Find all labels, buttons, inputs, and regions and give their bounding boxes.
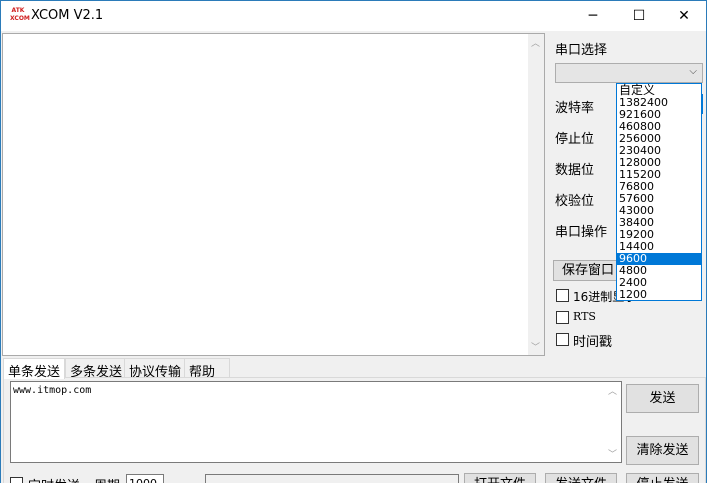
close-button[interactable]: ✕ [661, 1, 707, 32]
minimize-button[interactable]: ─ [570, 1, 616, 32]
send-button[interactable]: 发送 [626, 384, 699, 413]
send-text: www.itmop.com [13, 385, 92, 396]
period-input[interactable]: 1000 [126, 474, 164, 483]
send-input[interactable]: www.itmop.com ︿ ﹀ [10, 381, 622, 463]
baud-label: 波特率 [555, 101, 595, 116]
hex-display-checkbox[interactable] [556, 289, 569, 302]
rts-checkbox[interactable] [556, 311, 569, 324]
clear-send-button[interactable]: 清除发送 [626, 436, 699, 465]
tab-help[interactable]: 帮助 [184, 358, 230, 380]
receive-area[interactable]: ︿ ﹀ [2, 33, 545, 356]
client-area: ︿﹀ 串口选择 ⌵ 波特率 9600⌵ 停止位 数据位 校验位 串口操作 保存窗… [0, 31, 707, 483]
chevron-down-icon: ⌵ [689, 66, 697, 77]
timestamp-checkbox[interactable] [556, 333, 569, 346]
timed-send-checkbox[interactable] [10, 477, 23, 483]
receive-scrollbar[interactable]: ︿ ﹀ [528, 34, 544, 355]
save-window-button[interactable]: 保存窗口 [553, 260, 623, 281]
tab-protocol[interactable]: 协议传输 [124, 358, 187, 380]
stop-send-button[interactable]: 停止发送 [626, 473, 699, 483]
stop-bits-label: 停止位 [555, 132, 595, 147]
send-file-button[interactable]: 发送文件 [545, 473, 617, 483]
port-op-label: 串口操作 [555, 225, 608, 240]
scroll-up-icon[interactable]: ︿ [531, 36, 540, 49]
open-file-button[interactable]: 打开文件 [464, 473, 536, 483]
parity-label: 校验位 [555, 194, 595, 209]
baud-dropdown-list[interactable]: 自定义 1382400 921600 460800 256000 230400 128000… [616, 83, 702, 301]
app-logo-icon: ATK XCOM [10, 7, 30, 22]
data-bits-label: 数据位 [555, 163, 595, 178]
port-select[interactable]: ⌵ [555, 63, 703, 83]
send-scrollbar[interactable]: ︿ ﹀ [605, 382, 621, 462]
file-path-input[interactable] [205, 474, 459, 483]
scroll-down-icon[interactable]: ﹀ [608, 447, 617, 460]
maximize-button[interactable]: ☐ [616, 1, 662, 32]
scroll-up-icon[interactable]: ︿ [608, 384, 617, 397]
timestamp-label: 时间戳 [573, 335, 613, 350]
window-title: XCOM V2.1 [31, 8, 104, 23]
period-label: 周期 [94, 475, 120, 483]
timed-send-label: 定时发送 [28, 475, 80, 483]
scroll-down-icon[interactable]: ﹀ [531, 340, 540, 353]
rts-label: RTS [573, 310, 596, 323]
port-select-label: 串口选择 [555, 43, 608, 58]
title-bar: ATK XCOM XCOM V2.1 ─ ☐ ✕ [0, 0, 707, 31]
baud-option[interactable]: 1200 [617, 289, 701, 301]
tab-multi-send[interactable]: 多条发送 [65, 358, 128, 380]
tab-single-send[interactable]: 单条发送 [3, 358, 66, 380]
